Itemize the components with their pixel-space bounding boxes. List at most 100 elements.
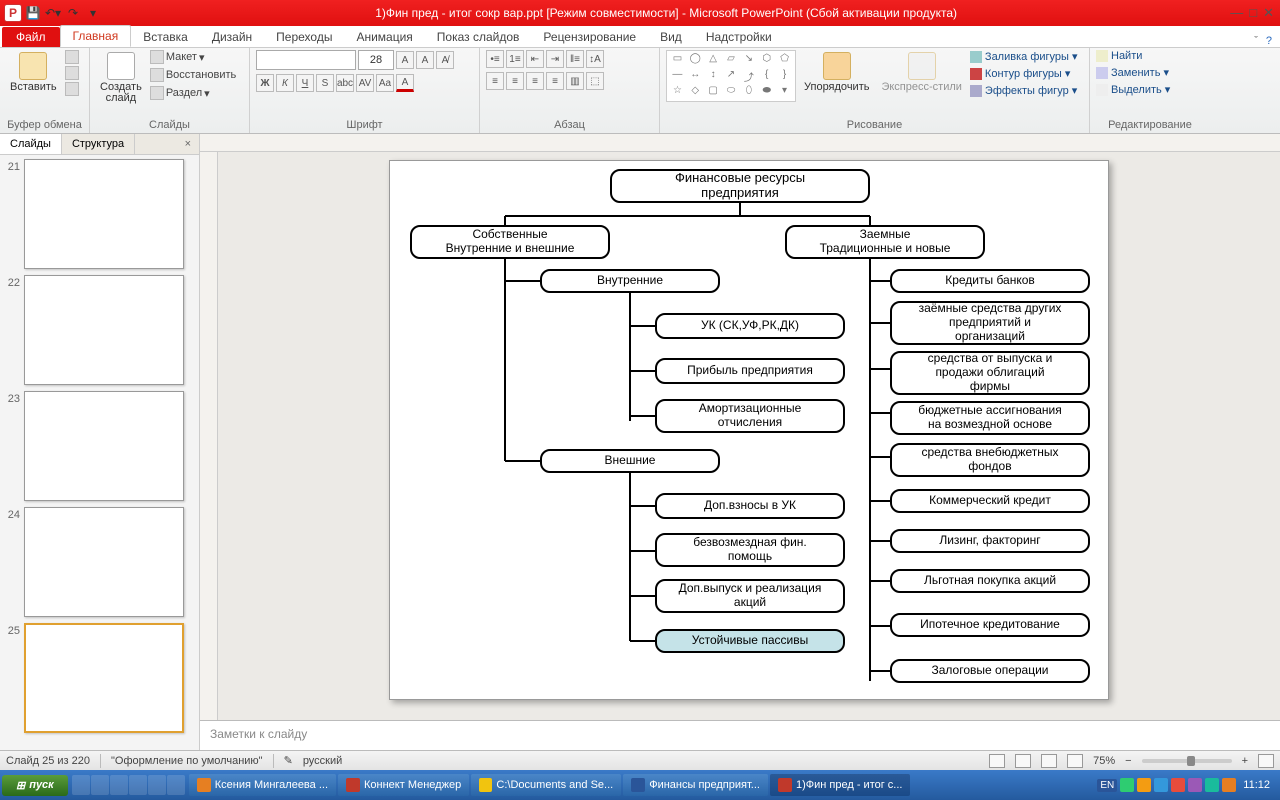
quick-styles-button[interactable]: Экспресс-стили xyxy=(877,50,965,95)
ql-icon4[interactable] xyxy=(129,775,147,795)
tray-icon4[interactable] xyxy=(1171,778,1185,792)
node-e1[interactable]: Доп.взносы в УК xyxy=(655,493,845,519)
select-button[interactable]: Выделить ▾ xyxy=(1096,83,1170,96)
shadow-button[interactable]: abc xyxy=(336,74,354,92)
system-clock[interactable]: 11:12 xyxy=(1239,779,1274,791)
tray-icon3[interactable] xyxy=(1154,778,1168,792)
tray-icon2[interactable] xyxy=(1137,778,1151,792)
layout-button[interactable]: Макет ▾ xyxy=(150,50,236,64)
tray-icon7[interactable] xyxy=(1222,778,1236,792)
zoom-in-button[interactable]: + xyxy=(1242,755,1248,767)
justify-button[interactable]: ≡ xyxy=(546,72,564,90)
tab-transitions[interactable]: Переходы xyxy=(264,27,344,47)
arrange-button[interactable]: Упорядочить xyxy=(800,50,873,95)
strike-button[interactable]: S xyxy=(316,74,334,92)
taskbar-item-5[interactable]: 1)Фин пред - итог с... xyxy=(770,774,910,796)
font-name-combo[interactable] xyxy=(256,50,356,70)
node-root[interactable]: Финансовые ресурсы предприятия xyxy=(610,169,870,203)
notes-area[interactable]: Заметки к слайду xyxy=(200,720,1280,750)
thumb-22[interactable] xyxy=(24,275,184,385)
format-painter-button[interactable] xyxy=(65,82,79,96)
tab-view[interactable]: Вид xyxy=(648,27,694,47)
node-l9[interactable]: Ипотечное кредитование xyxy=(890,613,1090,637)
char-spacing-button[interactable]: AV xyxy=(356,74,374,92)
zoom-slider[interactable] xyxy=(1142,759,1232,763)
taskbar-item-3[interactable]: C:\Documents and Se... xyxy=(471,774,621,796)
replace-button[interactable]: Заменить ▾ xyxy=(1096,66,1170,79)
tab-addins[interactable]: Надстройки xyxy=(694,27,784,47)
underline-button[interactable]: Ч xyxy=(296,74,314,92)
align-center-button[interactable]: ≡ xyxy=(506,72,524,90)
zoom-out-button[interactable]: − xyxy=(1125,755,1131,767)
align-left-button[interactable]: ≡ xyxy=(486,72,504,90)
shrink-font-icon[interactable]: A xyxy=(416,51,434,69)
tab-review[interactable]: Рецензирование xyxy=(531,27,648,47)
help-icon[interactable]: ? xyxy=(1266,35,1272,47)
shape-fill-button[interactable]: Заливка фигуры ▾ xyxy=(970,50,1078,63)
node-e3[interactable]: Доп.выпуск и реализация акций xyxy=(655,579,845,613)
taskbar-item-1[interactable]: Ксения Мингалеева ... xyxy=(189,774,336,796)
slide-canvas[interactable]: Финансовые ресурсы предприятия Собственн… xyxy=(389,160,1109,700)
node-i1[interactable]: УК (СК,УФ,РК,ДК) xyxy=(655,313,845,339)
tab-home[interactable]: Главная xyxy=(60,25,132,47)
start-button[interactable]: ⊞пуск xyxy=(2,775,68,796)
tray-icon6[interactable] xyxy=(1205,778,1219,792)
reset-button[interactable]: Восстановить xyxy=(150,68,236,82)
numbering-button[interactable]: 1≡ xyxy=(506,50,524,68)
minimize-icon[interactable]: — xyxy=(1230,5,1243,21)
taskbar-item-2[interactable]: Коннект Менеджер xyxy=(338,774,469,796)
text-direction-button[interactable]: ↕A xyxy=(586,50,604,68)
italic-button[interactable]: К xyxy=(276,74,294,92)
maximize-icon[interactable]: □ xyxy=(1249,5,1257,21)
status-lang[interactable]: русский xyxy=(303,755,342,767)
view-sorter-button[interactable] xyxy=(1015,754,1031,768)
tab-insert[interactable]: Вставка xyxy=(131,27,200,47)
fit-to-window-button[interactable] xyxy=(1258,754,1274,768)
ql-icon5[interactable] xyxy=(148,775,166,795)
node-l3[interactable]: средства от выпуска и продажи облигаций … xyxy=(890,351,1090,395)
tab-outline[interactable]: Структура xyxy=(62,134,135,154)
thumb-21[interactable] xyxy=(24,159,184,269)
thumb-23[interactable] xyxy=(24,391,184,501)
close-icon[interactable]: ✕ xyxy=(1263,5,1274,21)
cut-button[interactable] xyxy=(65,50,79,64)
node-e4[interactable]: Устойчивые пассивы xyxy=(655,629,845,653)
indent-dec-button[interactable]: ⇤ xyxy=(526,50,544,68)
view-reading-button[interactable] xyxy=(1041,754,1057,768)
ql-ie-icon[interactable] xyxy=(72,775,90,795)
shape-effects-button[interactable]: Эффекты фигур ▾ xyxy=(970,84,1078,97)
node-l7[interactable]: Лизинг, факторинг xyxy=(890,529,1090,553)
font-color-button[interactable]: A xyxy=(396,74,414,92)
qat-more-icon[interactable]: ▾ xyxy=(84,4,102,22)
node-l6[interactable]: Коммерческий кредит xyxy=(890,489,1090,513)
tab-animation[interactable]: Анимация xyxy=(344,27,424,47)
thumb-24[interactable] xyxy=(24,507,184,617)
bullets-button[interactable]: •≡ xyxy=(486,50,504,68)
columns-button[interactable]: ▥ xyxy=(566,72,584,90)
tab-design[interactable]: Дизайн xyxy=(200,27,264,47)
view-slideshow-button[interactable] xyxy=(1067,754,1083,768)
node-l10[interactable]: Залоговые операции xyxy=(890,659,1090,683)
node-own[interactable]: Собственные Внутренние и внешние xyxy=(410,225,610,259)
spellcheck-icon[interactable]: ✎ xyxy=(284,754,293,767)
line-spacing-button[interactable]: ‖≡ xyxy=(566,50,584,68)
ribbon-minimize-icon[interactable]: ˇ xyxy=(1254,35,1258,47)
new-slide-button[interactable]: Создать слайд xyxy=(96,50,146,106)
node-l8[interactable]: Льготная покупка акций xyxy=(890,569,1090,593)
ql-icon3[interactable] xyxy=(110,775,128,795)
bold-button[interactable]: Ж xyxy=(256,74,274,92)
qat-save-icon[interactable]: 💾 xyxy=(24,4,42,22)
find-button[interactable]: Найти xyxy=(1096,50,1170,62)
panel-close-icon[interactable]: × xyxy=(177,134,199,154)
tab-slideshow[interactable]: Показ слайдов xyxy=(425,27,532,47)
copy-button[interactable] xyxy=(65,66,79,80)
shape-outline-button[interactable]: Контур фигуры ▾ xyxy=(970,67,1078,80)
node-external[interactable]: Внешние xyxy=(540,449,720,473)
view-normal-button[interactable] xyxy=(989,754,1005,768)
node-loan[interactable]: Заемные Традиционные и новые xyxy=(785,225,985,259)
tray-icon1[interactable] xyxy=(1120,778,1134,792)
node-l5[interactable]: средства внебюджетных фондов xyxy=(890,443,1090,477)
indent-inc-button[interactable]: ⇥ xyxy=(546,50,564,68)
font-size-combo[interactable]: 28 xyxy=(358,50,394,70)
node-e2[interactable]: безвозмездная фин. помощь xyxy=(655,533,845,567)
